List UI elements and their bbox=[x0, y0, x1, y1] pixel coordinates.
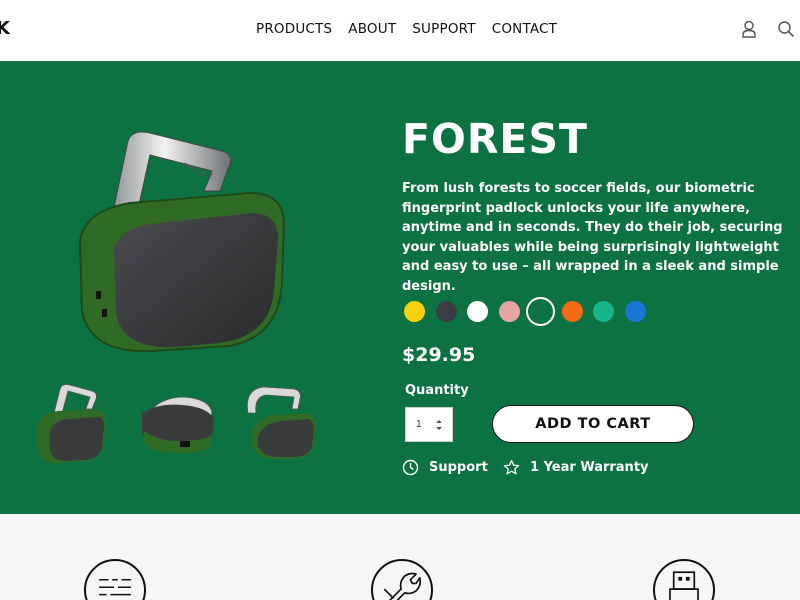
swatch-orange[interactable] bbox=[561, 301, 583, 322]
quantity-stepper[interactable]: 1 bbox=[405, 407, 453, 442]
swatch-teal[interactable] bbox=[593, 301, 614, 322]
product-hero: PRELOCK FOREST From lush forests to socc… bbox=[0, 61, 800, 514]
feature-support-label: Support bbox=[429, 460, 488, 475]
nav-about[interactable]: ABOUT bbox=[348, 21, 396, 37]
add-to-cart-button[interactable]: ADD TO CART bbox=[492, 405, 694, 443]
stepper-arrows-icon[interactable] bbox=[436, 417, 442, 433]
thumbnail-1[interactable] bbox=[32, 383, 112, 463]
site-header: K PRODUCTS ABOUT SUPPORT CONTACT bbox=[0, 0, 800, 61]
nav-support[interactable]: SUPPORT bbox=[412, 21, 475, 37]
product-description: From lush forests to soccer fields, our … bbox=[402, 181, 783, 294]
features-section bbox=[0, 514, 800, 600]
swatch-charcoal[interactable] bbox=[435, 301, 457, 322]
search-icon[interactable] bbox=[776, 19, 796, 39]
nav-contact[interactable]: CONTACT bbox=[492, 21, 557, 37]
user-icon[interactable] bbox=[739, 19, 759, 39]
product-main-image: PRELOCK bbox=[78, 131, 286, 353]
quantity-value: 1 bbox=[416, 419, 422, 430]
feature-warranty-label: 1 Year Warranty bbox=[530, 460, 649, 475]
usb-icon bbox=[653, 559, 715, 600]
product-title: FOREST bbox=[402, 115, 588, 163]
quantity-label: Quantity bbox=[405, 383, 469, 398]
swatch-yellow[interactable] bbox=[404, 301, 425, 322]
swatch-pink[interactable] bbox=[498, 301, 520, 322]
nav-products[interactable]: PRODUCTS bbox=[256, 21, 332, 37]
product-price: $29.95 bbox=[402, 344, 476, 366]
color-swatches bbox=[404, 297, 646, 326]
thumbnail-3[interactable] bbox=[242, 383, 322, 463]
swatch-blue[interactable] bbox=[624, 301, 646, 322]
tool-icon bbox=[371, 559, 433, 600]
swatch-white[interactable] bbox=[467, 301, 488, 322]
logo[interactable]: K bbox=[0, 18, 11, 39]
star-icon bbox=[503, 459, 520, 475]
feature-support[interactable]: Support bbox=[402, 459, 488, 476]
feature-warranty[interactable]: 1 Year Warranty bbox=[503, 459, 649, 476]
clock-icon bbox=[402, 459, 419, 476]
document-lines-icon bbox=[84, 559, 146, 600]
thumbnail-2[interactable] bbox=[138, 383, 218, 463]
swatch-forest-green[interactable] bbox=[526, 297, 555, 326]
main-nav: PRODUCTS ABOUT SUPPORT CONTACT bbox=[256, 21, 557, 37]
